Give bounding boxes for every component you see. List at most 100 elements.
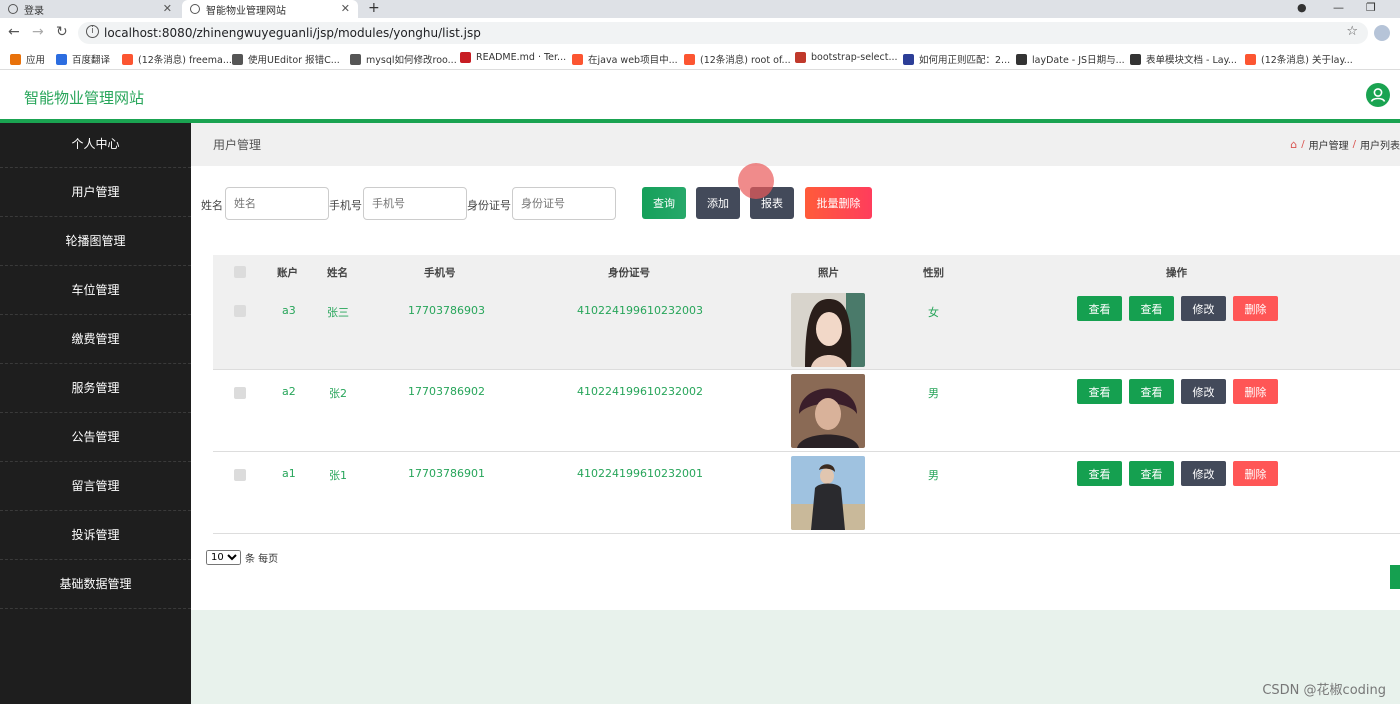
minimize-icon[interactable]: — <box>1333 1 1344 14</box>
site-title: 智能物业管理网站 <box>24 89 145 107</box>
bookmark-item[interactable]: 百度翻译 <box>56 52 110 66</box>
query-button[interactable]: 查询 <box>642 187 686 219</box>
breadcrumb-item-list: 用户列表 <box>1360 141 1400 152</box>
page-size-select[interactable]: 10 <box>206 550 241 565</box>
bookmark-item[interactable]: (12条消息) root of... <box>684 52 791 66</box>
header-name: 姓名 <box>327 267 348 279</box>
user-photo[interactable] <box>791 374 865 448</box>
user-icon[interactable] <box>1366 83 1390 107</box>
name-input[interactable] <box>225 187 329 220</box>
breadcrumb-item-users[interactable]: 用户管理 <box>1309 137 1349 152</box>
add-button[interactable]: 添加 <box>696 187 740 219</box>
forward-arrow-icon[interactable]: → <box>32 24 44 40</box>
view-detail-button[interactable]: 查看 <box>1129 461 1174 486</box>
cell-name: 张1 <box>329 469 347 482</box>
user-photo[interactable] <box>791 293 865 367</box>
url-field[interactable]: i localhost:8080/zhinengwuyeguanli/jsp/m… <box>78 22 1368 44</box>
bookmark-label: bootstrap-select... <box>811 52 898 63</box>
batch-delete-button[interactable]: 批量删除 <box>805 187 872 219</box>
name-label: 姓名 <box>201 199 223 212</box>
view-button[interactable]: 查看 <box>1077 461 1122 486</box>
profile-menu-icon[interactable]: ● <box>1297 1 1307 14</box>
bookmarks-bar: 应用 百度翻译 (12条消息) freema... 使用UEditor 报错C... m… <box>0 48 1400 70</box>
sidebar-item-message[interactable]: 留言管理 <box>0 462 191 511</box>
cell-gender: 男 <box>928 387 939 400</box>
bookmark-item[interactable]: README.md · Ter... <box>460 52 566 63</box>
view-button[interactable]: 查看 <box>1077 296 1122 321</box>
bookmark-favicon-icon <box>122 53 133 65</box>
back-arrow-icon[interactable]: ← <box>8 24 20 40</box>
sidebar: 个人中心 用户管理 轮播图管理 车位管理 缴费管理 服务管理 公告管理 留言管理… <box>0 123 191 704</box>
bookmark-item[interactable]: layDate - JS日期与... <box>1016 52 1125 66</box>
delete-button[interactable]: 删除 <box>1233 296 1278 321</box>
edit-button[interactable]: 修改 <box>1181 296 1226 321</box>
bookmark-label: 如何用正则匹配：2... <box>919 55 1011 66</box>
sidebar-item-complaint[interactable]: 投诉管理 <box>0 511 191 560</box>
bookmark-label: 在java web项目中... <box>588 55 678 66</box>
browser-tab-login[interactable]: 登录 ✕ <box>0 0 180 18</box>
bookmark-item[interactable]: 应用 <box>10 52 45 66</box>
bookmark-favicon-icon <box>1245 53 1256 65</box>
pagination-button[interactable] <box>1390 565 1400 589</box>
view-detail-button[interactable]: 查看 <box>1129 379 1174 404</box>
bookmark-item[interactable]: 使用UEditor 报错C... <box>232 52 340 66</box>
bookmark-favicon-icon <box>56 53 67 65</box>
select-all-checkbox[interactable] <box>234 266 246 278</box>
sidebar-item-service[interactable]: 服务管理 <box>0 364 191 413</box>
reload-icon[interactable]: ↻ <box>56 24 68 40</box>
bookmark-item[interactable]: 如何用正则匹配：2... <box>903 52 1010 66</box>
bookmark-item[interactable]: mysql如何修改roo... <box>350 52 457 66</box>
user-table: 账户 姓名 手机号 身份证号 照片 性别 操作 a3 张三 1770378690… <box>213 255 1400 534</box>
row-checkbox[interactable] <box>234 305 246 317</box>
bookmark-label: 百度翻译 <box>72 55 111 66</box>
star-icon[interactable]: ☆ <box>1346 24 1358 39</box>
user-photo[interactable] <box>791 456 865 530</box>
bookmark-item[interactable]: (12条消息) freema... <box>122 52 232 66</box>
edit-button[interactable]: 修改 <box>1181 461 1226 486</box>
sidebar-item-carousel[interactable]: 轮播图管理 <box>0 217 191 266</box>
row-checkbox[interactable] <box>234 469 246 481</box>
cell-gender: 男 <box>928 469 939 482</box>
row-checkbox[interactable] <box>234 387 246 399</box>
browser-tab-active[interactable]: 智能物业管理网站 ✕ <box>182 0 358 18</box>
browser-tabstrip: 登录 ✕ 智能物业管理网站 ✕ + ● — ❐ <box>0 0 1400 18</box>
home-icon[interactable]: ⌂ <box>1290 138 1297 151</box>
close-icon[interactable]: ✕ <box>163 2 172 15</box>
cell-account: a1 <box>282 467 296 480</box>
sidebar-item-notice[interactable]: 公告管理 <box>0 413 191 462</box>
bookmark-item[interactable]: (12条消息) 关于lay... <box>1245 52 1353 66</box>
info-icon[interactable]: i <box>86 25 99 38</box>
bookmark-label: (12条消息) root of... <box>700 55 791 66</box>
sidebar-item-payment[interactable]: 缴费管理 <box>0 315 191 364</box>
bookmark-favicon-icon <box>684 53 695 65</box>
cell-gender: 女 <box>928 306 939 319</box>
bookmark-item[interactable]: 表单模块文档 - Lay... <box>1130 52 1237 66</box>
header-idcard: 身份证号 <box>608 267 650 279</box>
delete-button[interactable]: 删除 <box>1233 379 1278 404</box>
bookmark-favicon-icon <box>10 53 21 65</box>
cell-account: a2 <box>282 385 296 398</box>
footer-area <box>191 610 1400 704</box>
view-detail-button[interactable]: 查看 <box>1129 296 1174 321</box>
view-button[interactable]: 查看 <box>1077 379 1122 404</box>
sidebar-item-basic-data[interactable]: 基础数据管理 <box>0 560 191 609</box>
idcard-label: 身份证号 <box>467 199 511 212</box>
maximize-icon[interactable]: ❐ <box>1366 1 1376 14</box>
sidebar-item-parking[interactable]: 车位管理 <box>0 266 191 315</box>
header-account: 账户 <box>277 267 298 279</box>
address-bar-row: ← → ↻ i localhost:8080/zhinengwuyeguanli… <box>0 18 1400 48</box>
phone-input[interactable] <box>363 187 467 220</box>
idcard-input[interactable] <box>512 187 616 220</box>
bookmark-item[interactable]: bootstrap-select... <box>795 52 898 63</box>
sidebar-item-users[interactable]: 用户管理 <box>0 168 191 217</box>
bookmark-label: 表单模块文档 - Lay... <box>1146 55 1237 66</box>
bookmark-item[interactable]: 在java web项目中... <box>572 52 678 66</box>
new-tab-icon[interactable]: + <box>368 0 380 16</box>
header-actions: 操作 <box>1166 267 1187 279</box>
delete-button[interactable]: 删除 <box>1233 461 1278 486</box>
close-icon[interactable]: ✕ <box>341 2 350 15</box>
edit-button[interactable]: 修改 <box>1181 379 1226 404</box>
avatar[interactable] <box>1374 25 1390 41</box>
bookmark-label: (12条消息) 关于lay... <box>1261 55 1353 66</box>
sidebar-item-profile[interactable]: 个人中心 <box>0 123 191 168</box>
